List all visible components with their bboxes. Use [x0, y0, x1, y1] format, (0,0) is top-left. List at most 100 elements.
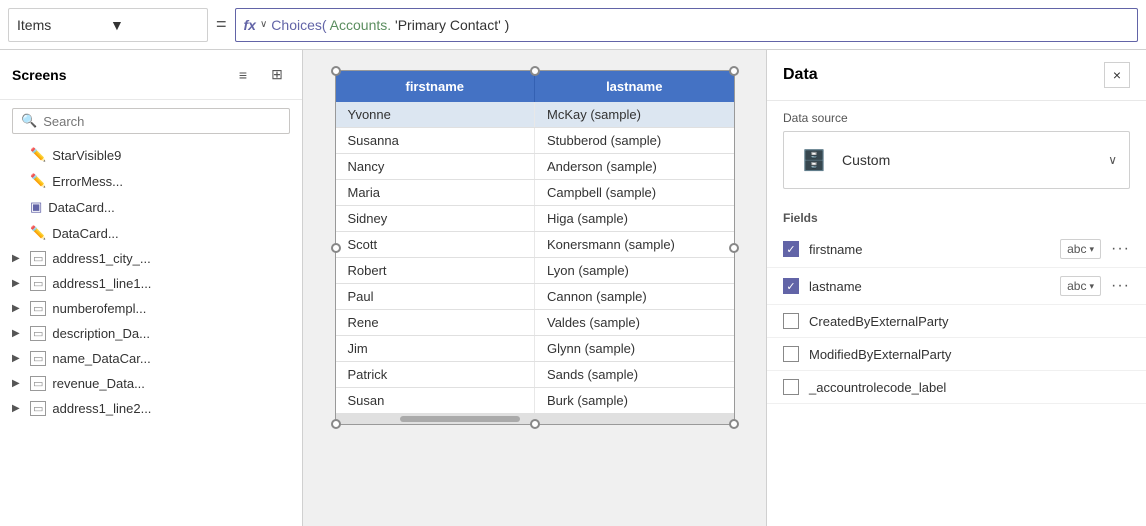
tree-item[interactable]: ▶▭revenue_Data... [0, 371, 302, 396]
center-canvas: firstname lastname YvonneMcKay (sample)S… [303, 50, 766, 526]
gallery-cell-lastname: Lyon (sample) [535, 258, 734, 283]
tree-item-icon: ▭ [30, 351, 46, 366]
field-name-label: firstname [809, 242, 1050, 257]
gallery-row[interactable]: ScottKonersmann (sample) [336, 232, 734, 258]
field-checkbox[interactable] [783, 241, 799, 257]
handle-tr[interactable] [729, 66, 739, 76]
gallery-row[interactable]: ReneValdes (sample) [336, 310, 734, 336]
handle-tm[interactable] [530, 66, 540, 76]
gallery-cell-lastname: Sands (sample) [535, 362, 734, 387]
fx-icon: fx [244, 17, 256, 33]
tree-expand-icon: ▶ [12, 403, 24, 414]
screens-title: Screens [12, 67, 222, 83]
gallery-rows: YvonneMcKay (sample)SusannaStubberod (sa… [336, 102, 734, 414]
tree-item[interactable]: ✏️StarVisible9 [0, 142, 302, 168]
main-area: Screens ≡ ⊞ 🔍 ✏️StarVisible9✏️ErrorMess.… [0, 50, 1146, 526]
tree-expand-icon: ▶ [12, 278, 24, 289]
tree-expand-icon: ▶ [12, 353, 24, 364]
tree-item[interactable]: ▶▭numberofempl... [0, 296, 302, 321]
datasource-box[interactable]: 🗄️ Custom ∨ [783, 131, 1130, 189]
tree-item-icon: ▭ [30, 301, 46, 316]
gallery-cell-firstname: Sidney [336, 206, 536, 231]
search-box: 🔍 [12, 108, 290, 134]
handle-ml[interactable] [331, 243, 341, 253]
gallery-row[interactable]: SusannaStubberod (sample) [336, 128, 734, 154]
right-panel: Data × Data source 🗄️ Custom ∨ Fields fi… [766, 50, 1146, 526]
tree-item-icon: ▣ [30, 199, 42, 215]
formula-choices: Choices( [271, 17, 326, 33]
tree-item-label: DataCard... [48, 200, 114, 215]
gallery-row[interactable]: MariaCampbell (sample) [336, 180, 734, 206]
tree-item-icon: ▭ [30, 376, 46, 391]
handle-br[interactable] [729, 419, 739, 429]
grid-view-button[interactable]: ⊞ [264, 62, 290, 88]
field-checkbox[interactable] [783, 278, 799, 294]
gallery-cell-lastname: Burk (sample) [535, 388, 734, 413]
gallery-row[interactable]: YvonneMcKay (sample) [336, 102, 734, 128]
handle-bm[interactable] [530, 419, 540, 429]
field-more-button[interactable]: ··· [1111, 277, 1130, 295]
tree-item[interactable]: ✏️ DataCard... [0, 220, 302, 246]
formula-rest: 'Primary Contact' ) [395, 17, 509, 33]
tree-expand-icon: ▶ [12, 303, 24, 314]
gallery-cell-lastname: Konersmann (sample) [535, 232, 734, 257]
field-checkbox[interactable] [783, 313, 799, 329]
field-name-label: ModifiedByExternalParty [809, 347, 1130, 362]
left-panel: Screens ≡ ⊞ 🔍 ✏️StarVisible9✏️ErrorMess.… [0, 50, 303, 526]
tree-item[interactable]: ▶▭address1_city_... [0, 246, 302, 271]
handle-tl[interactable] [331, 66, 341, 76]
tree-item-icon: ▭ [30, 251, 46, 266]
tree-item-label: address1_city_... [52, 251, 150, 266]
screens-icons: ≡ ⊞ [230, 62, 290, 88]
tree-item[interactable]: ▶▭address1_line2... [0, 396, 302, 421]
gallery-row[interactable]: NancyAnderson (sample) [336, 154, 734, 180]
field-name-label: lastname [809, 279, 1050, 294]
gallery-row[interactable]: PatrickSands (sample) [336, 362, 734, 388]
tree-item[interactable]: ▶ ▭ address1_line1... [0, 271, 302, 296]
gallery-cell-lastname: Valdes (sample) [535, 310, 734, 335]
close-button[interactable]: × [1104, 62, 1130, 88]
gallery-cell-firstname: Scott [336, 232, 536, 257]
equals-sign: = [216, 14, 227, 35]
item-name-box[interactable]: Items ▼ [8, 8, 208, 42]
search-icon: 🔍 [21, 113, 37, 129]
gallery-row[interactable]: JimGlynn (sample) [336, 336, 734, 362]
formula-box[interactable]: fx ∨ Choices( Accounts. 'Primary Contact… [235, 8, 1138, 42]
tree-item-icon: ▭ [30, 276, 46, 291]
right-panel-header: Data × [767, 50, 1146, 101]
gallery-row[interactable]: SusanBurk (sample) [336, 388, 734, 414]
field-type-badge[interactable]: abc▾ [1060, 276, 1101, 296]
search-input[interactable] [43, 114, 281, 129]
tree-item[interactable]: ▣ DataCard... [0, 194, 302, 220]
data-panel-title: Data [783, 66, 1104, 84]
tree-item[interactable]: ▶▭name_DataCar... [0, 346, 302, 371]
field-checkbox[interactable] [783, 379, 799, 395]
tree-item-label: DataCard... [52, 226, 118, 241]
gallery-row[interactable]: PaulCannon (sample) [336, 284, 734, 310]
field-checkbox[interactable] [783, 346, 799, 362]
tree-item[interactable]: ✏️ErrorMess... [0, 168, 302, 194]
gallery-cell-lastname: Stubberod (sample) [535, 128, 734, 153]
fx-arrow: ∨ [260, 19, 267, 30]
gallery-cell-lastname: Anderson (sample) [535, 154, 734, 179]
formula-bar: Items ▼ = fx ∨ Choices( Accounts. 'Prima… [0, 0, 1146, 50]
tree-item-label: ErrorMess... [52, 174, 123, 189]
field-type-badge[interactable]: abc▾ [1060, 239, 1101, 259]
gallery-cell-lastname: Glynn (sample) [535, 336, 734, 361]
gallery-row[interactable]: SidneyHiga (sample) [336, 206, 734, 232]
handle-bl[interactable] [331, 419, 341, 429]
handle-mr[interactable] [729, 243, 739, 253]
list-view-button[interactable]: ≡ [230, 62, 256, 88]
tree-item-icon: ✏️ [30, 225, 46, 241]
gallery-cell-lastname: Higa (sample) [535, 206, 734, 231]
field-more-button[interactable]: ··· [1111, 240, 1130, 258]
tree-item-label: address1_line1... [52, 276, 151, 291]
tree-item[interactable]: ▶▭description_Da... [0, 321, 302, 346]
field-item: _accountrolecode_label [767, 371, 1146, 404]
gallery-row[interactable]: RobertLyon (sample) [336, 258, 734, 284]
gallery-cell-lastname: Cannon (sample) [535, 284, 734, 309]
field-type-text: abc [1067, 242, 1086, 256]
field-type-arrow: ▾ [1089, 281, 1094, 292]
gallery-cell-firstname: Yvonne [336, 102, 536, 127]
tree-list: ✏️StarVisible9✏️ErrorMess...▣DataCard...… [0, 142, 302, 526]
